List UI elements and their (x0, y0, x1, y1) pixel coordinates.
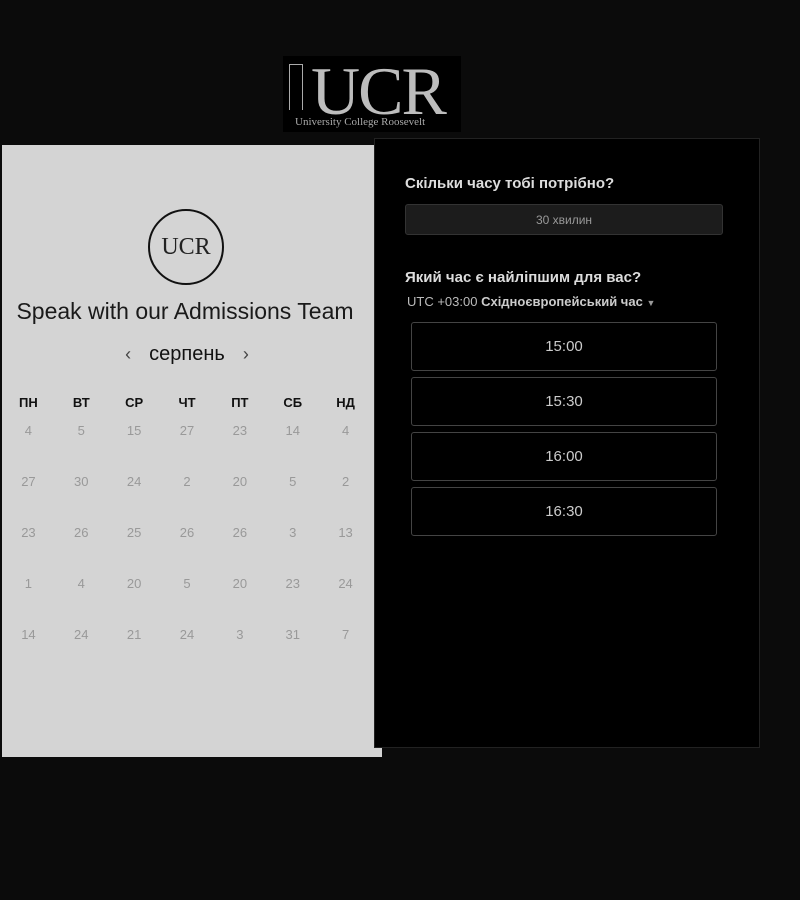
month-nav: ‹ серпень › (2, 343, 372, 366)
time-slot-button[interactable]: 15:30 (411, 377, 717, 426)
calendar-day[interactable]: 3 (266, 525, 319, 576)
calendar-day[interactable]: 30 (55, 474, 108, 525)
ucr-badge: UCR (148, 209, 224, 285)
time-panel: Скільки часу тобі потрібно? 30 хвилин Як… (374, 138, 760, 748)
month-label: серпень (149, 343, 225, 365)
calendar-day[interactable]: 23 (266, 576, 319, 627)
calendar-day[interactable]: 1 (2, 576, 55, 627)
calendar-day[interactable]: 2 (161, 474, 214, 525)
calendar-day[interactable]: 26 (161, 525, 214, 576)
ucr-logo: UCR University College Roosevelt (283, 53, 461, 132)
calendar-day[interactable]: 4 (319, 423, 372, 474)
calendar-day[interactable]: 21 (108, 627, 161, 678)
calendar-day[interactable]: 13 (319, 525, 372, 576)
calendar-day[interactable]: 26 (213, 525, 266, 576)
calendar-day[interactable]: 15 (108, 423, 161, 474)
calendar-day[interactable]: 7 (319, 627, 372, 678)
calendar-day[interactable]: 23 (2, 525, 55, 576)
weekday-header: ЧТ (178, 395, 196, 410)
calendar-day[interactable]: 5 (266, 474, 319, 525)
calendar-day[interactable]: 24 (108, 474, 161, 525)
calendar-day[interactable]: 5 (55, 423, 108, 474)
page-title: Speak with our Admissions Team (16, 298, 354, 324)
calendar-panel: UCR Speak with our Admissions Team ‹ сер… (2, 145, 382, 757)
duration-question: Скільки часу тобі потрібно? (405, 175, 615, 192)
chevron-left-icon[interactable]: ‹ (125, 344, 131, 365)
calendar-day[interactable]: 20 (213, 576, 266, 627)
caret-down-icon: ▼ (646, 298, 656, 308)
calendar-day[interactable]: 25 (108, 525, 161, 576)
calendar-grid: ПН ВТ СР ЧТ ПТ СБ НД 4 5 15 27 23 14 4 27 30 24 2 20 5 2 23 26… (2, 395, 372, 678)
calendar-day[interactable]: 14 (266, 423, 319, 474)
calendar-day[interactable]: 2 (319, 474, 372, 525)
tz-name: Східноєвропейський час (481, 294, 643, 309)
calendar-day[interactable]: 20 (108, 576, 161, 627)
weekday-header: СР (125, 395, 144, 410)
calendar-day[interactable]: 4 (2, 423, 55, 474)
tz-offset: UTC +03:00 (407, 294, 478, 309)
calendar-day[interactable]: 27 (2, 474, 55, 525)
duration-select[interactable]: 30 хвилин (405, 204, 723, 235)
calendar-day[interactable]: 24 (319, 576, 372, 627)
calendar-day[interactable]: 26 (55, 525, 108, 576)
time-slot-button[interactable]: 15:00 (411, 322, 717, 371)
chevron-right-icon[interactable]: › (243, 344, 249, 365)
weekday-header: ПТ (231, 395, 249, 410)
weekday-header: НД (336, 395, 355, 410)
calendar-day[interactable]: 24 (55, 627, 108, 678)
calendar-day[interactable]: 23 (213, 423, 266, 474)
calendar-day[interactable]: 27 (161, 423, 214, 474)
calendar-day[interactable]: 3 (213, 627, 266, 678)
weekday-header: ПН (19, 395, 38, 410)
weekday-header: СБ (283, 395, 303, 410)
logo-subtitle: University College Roosevelt (295, 116, 426, 128)
calendar-day[interactable]: 14 (2, 627, 55, 678)
calendar-day[interactable]: 24 (161, 627, 214, 678)
time-question: Який час є найліпшим для вас? (405, 269, 642, 286)
calendar-day[interactable]: 5 (161, 576, 214, 627)
time-slot-button[interactable]: 16:30 (411, 487, 717, 536)
time-slot-button[interactable]: 16:00 (411, 432, 717, 481)
tower-icon (289, 64, 303, 110)
timezone-select[interactable]: UTC +03:00 Східноєвропейський час ▼ (407, 294, 655, 309)
calendar-day[interactable]: 31 (266, 627, 319, 678)
calendar-day[interactable]: 20 (213, 474, 266, 525)
calendar-day[interactable]: 4 (55, 576, 108, 627)
weekday-header: ВТ (72, 395, 90, 410)
